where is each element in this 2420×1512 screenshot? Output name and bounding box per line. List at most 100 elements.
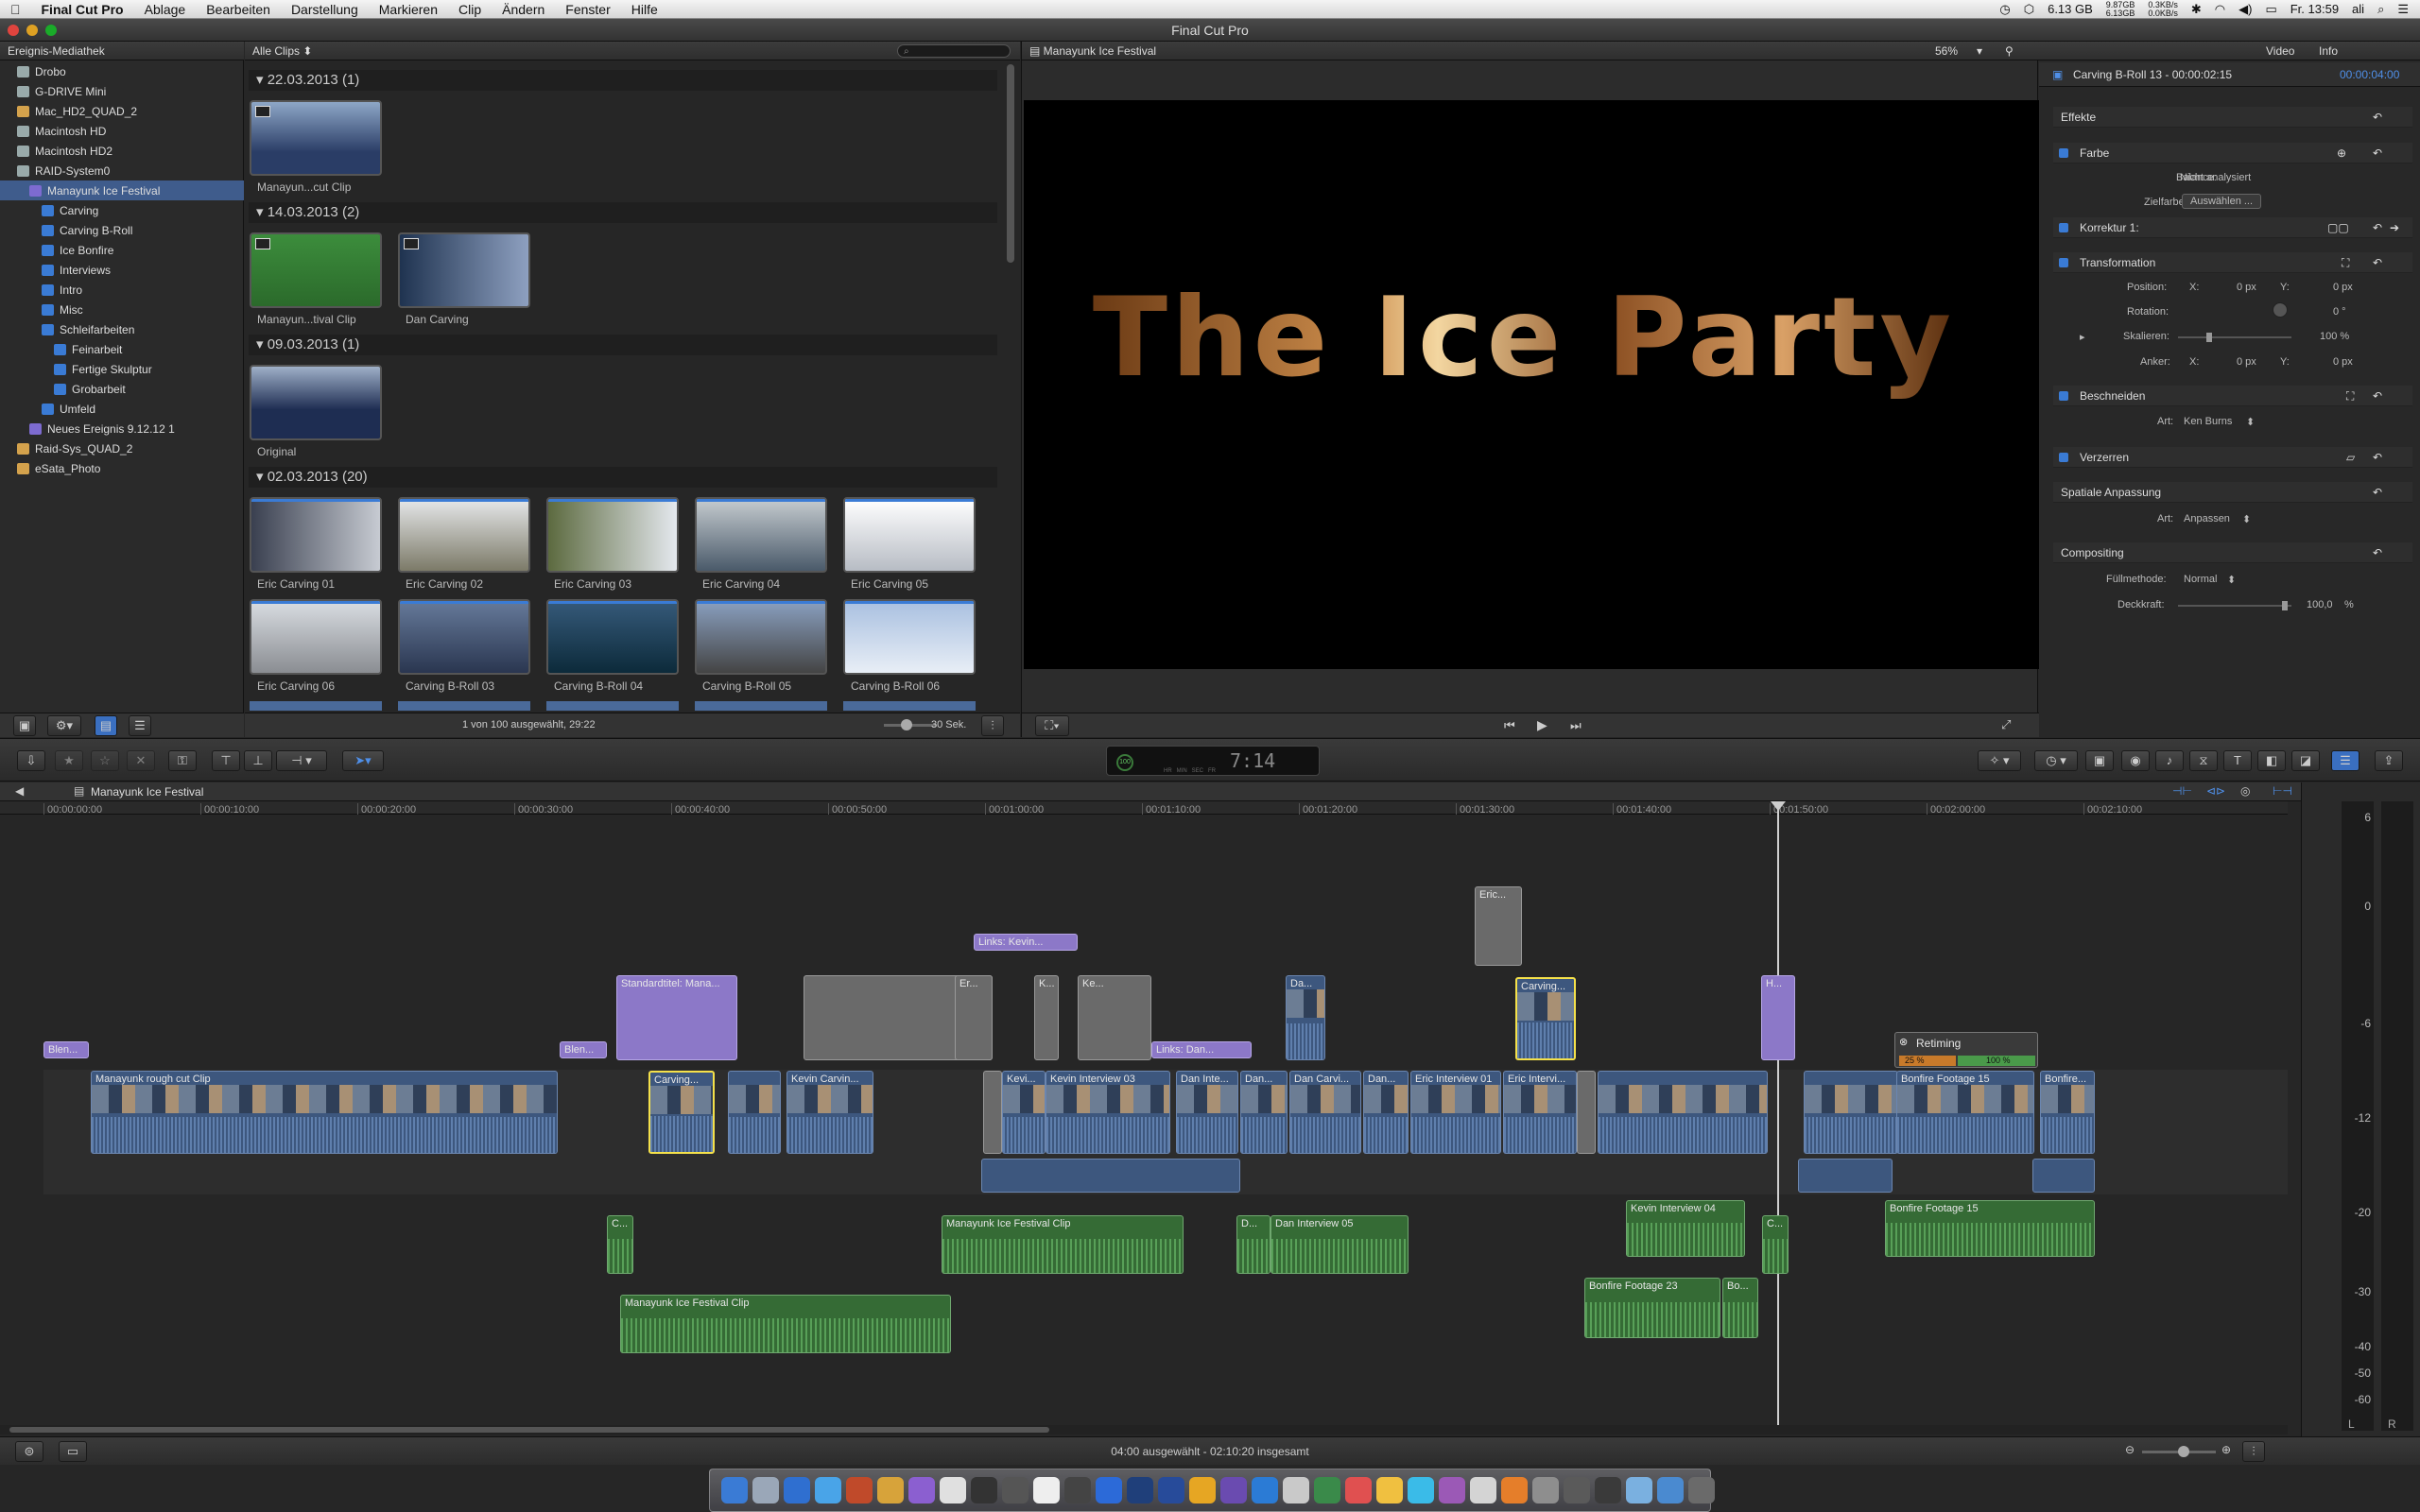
clip-thumbnail[interactable] (546, 497, 679, 573)
timeline-clip[interactable]: Da... (1286, 975, 1325, 1060)
reset-icon[interactable]: ↶ (2373, 252, 2382, 273)
library-item[interactable]: Drobo (0, 61, 244, 81)
clip-filter-popup[interactable]: Alle Clips (252, 44, 300, 58)
browser-search-field[interactable]: ⌕ (897, 44, 1011, 58)
timeline-clip[interactable]: Carving... (1515, 977, 1576, 1060)
timeline-clip[interactable]: Bonfire... (2040, 1071, 2095, 1154)
clip-thumbnail[interactable] (695, 599, 827, 675)
dock-app-icon[interactable] (1657, 1477, 1684, 1503)
timeline-clip[interactable] (1598, 1071, 1768, 1154)
clip-thumbnail[interactable] (843, 599, 976, 675)
audio-skimming-icon[interactable]: ⊲⊳ (2206, 784, 2225, 798)
zielfarbe-select-button[interactable]: Auswählen ... (2182, 194, 2262, 209)
dock-app-icon[interactable] (1408, 1477, 1434, 1503)
viewer-canvas[interactable]: The Ice Party (1024, 100, 2039, 669)
library-item[interactable]: Interviews (0, 260, 244, 280)
favorite-icon[interactable]: ★ (55, 750, 83, 771)
timeline-clip[interactable]: Blen... (560, 1041, 607, 1058)
date-group-header[interactable]: ▾ 14.03.2013 (2) (249, 202, 997, 223)
timeline-clip[interactable]: Standardtitel: Mana... (616, 975, 737, 1060)
zoom-in-icon[interactable]: ⊕ (2221, 1443, 2231, 1456)
library-item[interactable]: Carving B-Roll (0, 220, 244, 240)
timeline-clip[interactable]: Dan Interview 05 (1270, 1215, 1409, 1274)
timeline-clip[interactable]: Dan... (1240, 1071, 1288, 1154)
library-item[interactable]: Macintosh HD (0, 121, 244, 141)
unrate-icon[interactable]: ☆ (91, 750, 119, 771)
retime-icon[interactable]: ◷ ▾ (2034, 750, 2078, 771)
korrektur-enable-checkbox[interactable] (2059, 223, 2068, 232)
skalieren-disclosure-icon[interactable]: ▸ (2080, 331, 2085, 343)
transform-menu-icon[interactable]: ⛶▾ (1035, 715, 1069, 736)
dock-app-icon[interactable] (1626, 1477, 1652, 1503)
timeline-clip[interactable]: Manayunk Ice Festival Clip (942, 1215, 1184, 1274)
timeline-clip[interactable]: Links: Kevin... (974, 934, 1078, 951)
zoom-window-icon[interactable] (45, 25, 57, 36)
library-item[interactable]: Neues Ereignis 9.12.12 1 (0, 419, 244, 438)
timeline-clip[interactable] (981, 1159, 1240, 1193)
timeline-clip[interactable] (728, 1071, 781, 1154)
inspector-toggle-icon[interactable]: ☰ (2331, 750, 2360, 771)
reset-icon[interactable]: ↶ (2373, 386, 2382, 406)
timeline-clip[interactable]: Carving... (648, 1071, 715, 1154)
art-popup-arrow-icon[interactable]: ⬍ (2246, 416, 2255, 428)
dock-app-icon[interactable] (784, 1477, 810, 1503)
rotation-field[interactable]: 0 ° (2333, 306, 2346, 318)
timeline-clip[interactable]: Kevi... (1002, 1071, 1046, 1154)
timeline-clip[interactable] (1798, 1159, 1893, 1193)
anker-y-field[interactable]: 0 px (2333, 356, 2353, 368)
solo-icon[interactable]: ◎ (2240, 784, 2250, 798)
dock-app-icon[interactable] (1033, 1477, 1060, 1503)
color-board-icon[interactable]: ⊕ (2337, 143, 2346, 163)
append-clip-icon[interactable]: ⊣ ▾ (276, 750, 327, 771)
viewer-zoom-arrow-icon[interactable]: ▾ (1977, 42, 1982, 60)
mask-icon[interactable]: ▢▢ (2327, 217, 2349, 238)
effects-section-header[interactable]: Effekte ↶ (2053, 107, 2412, 128)
library-item[interactable]: RAID-System0 (0, 161, 244, 180)
clip-appearance-icon[interactable]: ⫶ (981, 715, 1004, 736)
spatial-art-arrow-icon[interactable]: ⬍ (2242, 513, 2251, 525)
menu-markieren[interactable]: Markieren (369, 2, 448, 17)
clock[interactable]: Fr. 13:59 (2290, 2, 2339, 16)
memory-usage[interactable]: 9.87GB 6.13GB (2106, 0, 2135, 18)
dock-app-icon[interactable] (1439, 1477, 1465, 1503)
clip-zoom-slider[interactable] (884, 719, 937, 730)
viewer-options-icon[interactable]: ⚲ (2005, 42, 2014, 60)
timeline-clip[interactable]: H... (1761, 975, 1795, 1060)
next-frame-icon[interactable]: ⏭ (1570, 718, 1582, 733)
library-item[interactable]: Carving (0, 200, 244, 220)
position-y-field[interactable]: 0 px (2333, 282, 2353, 293)
prev-frame-icon[interactable]: ⏮ (1504, 718, 1515, 733)
dock-app-icon[interactable] (1189, 1477, 1216, 1503)
deckkraft-field[interactable]: 100,0 (2307, 599, 2333, 610)
dock-app-icon[interactable] (1064, 1477, 1091, 1503)
timeline-clip[interactable]: K... (1034, 975, 1059, 1060)
library-item[interactable]: Misc (0, 300, 244, 319)
media-browser-photo-icon[interactable]: ▣ (2085, 750, 2114, 771)
dashboard-timecode[interactable]: 100 7:14 HR MIN SEC FR (1106, 746, 1320, 776)
rotation-dial[interactable] (2273, 302, 2288, 318)
library-item[interactable]: Raid-Sys_QUAD_2 (0, 438, 244, 458)
minimize-window-icon[interactable] (26, 25, 38, 36)
dock-app-icon[interactable] (1096, 1477, 1122, 1503)
generators-browser-icon[interactable]: ◧ (2257, 750, 2286, 771)
transformation-section[interactable]: Transformation ⛶ ↶ (2053, 252, 2412, 273)
clip-thumbnail[interactable] (250, 100, 382, 176)
apple-menu-icon[interactable]:  (0, 2, 31, 17)
dropbox-icon[interactable]: ⬡ (2024, 2, 2034, 17)
compositing-section[interactable]: Compositing ↶ (2053, 542, 2412, 563)
transform-onscreen-icon[interactable]: ⛶ (2342, 252, 2349, 273)
dock-app-icon[interactable] (1283, 1477, 1309, 1503)
dock-app-icon[interactable] (877, 1477, 904, 1503)
user-name[interactable]: ali (2352, 2, 2364, 16)
timeline-clip[interactable]: C... (607, 1215, 633, 1274)
dock-app-icon[interactable] (971, 1477, 997, 1503)
dock-app-icon[interactable] (1470, 1477, 1496, 1503)
fuellmethode-arrow-icon[interactable]: ⬍ (2227, 574, 2236, 586)
notification-center-icon[interactable]: ☰ (2397, 2, 2409, 17)
timeline-clip[interactable]: Eric... (1475, 886, 1522, 966)
retiming-editor[interactable]: ⊗ Retiming 25 % 100 % (1894, 1032, 2038, 1068)
date-group-header[interactable]: ▾ 22.03.2013 (1) (249, 70, 997, 91)
snapping-icon[interactable]: ⊢⊣ (2273, 784, 2292, 798)
timeline-clip[interactable]: Dan Inte... (1176, 1071, 1238, 1154)
dock-app-icon[interactable] (1252, 1477, 1278, 1503)
